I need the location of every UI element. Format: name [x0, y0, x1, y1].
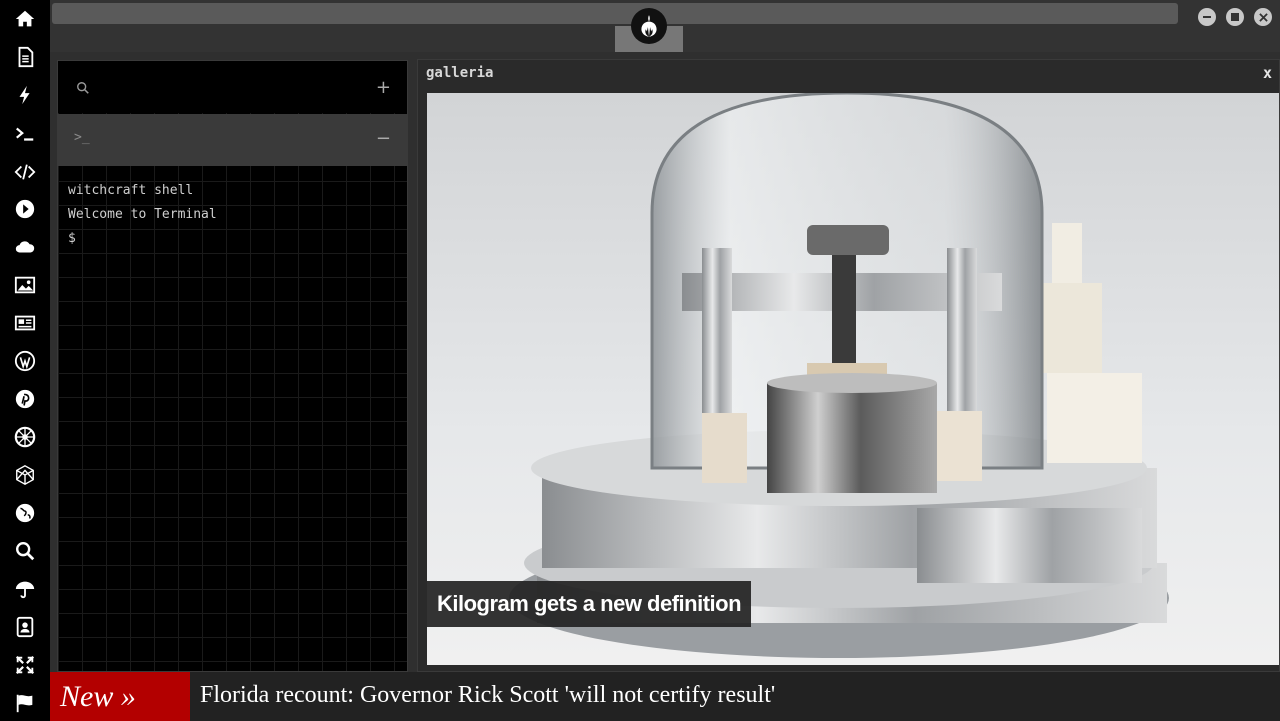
terminal-panel: + >_ − witchcraft shell Welcome to Termi…	[57, 60, 408, 672]
polyhedron-icon[interactable]	[12, 462, 38, 488]
terminal-icon[interactable]	[12, 121, 38, 147]
gallery-caption: Kilogram gets a new definition	[427, 581, 752, 627]
maximize-icon	[1231, 13, 1239, 21]
cloud-icon[interactable]	[12, 234, 38, 260]
gallery-close-button[interactable]: x	[1263, 64, 1272, 82]
maximize-button[interactable]	[1226, 8, 1244, 26]
terminal-line: Welcome to Terminal	[68, 207, 217, 222]
image-icon[interactable]	[12, 272, 38, 298]
expand-icon[interactable]	[12, 652, 38, 678]
umbrella-icon[interactable]	[12, 576, 38, 602]
add-terminal-button[interactable]: +	[376, 77, 391, 98]
globe-icon[interactable]	[12, 500, 38, 526]
gallery-panel: galleria x Kilogram gets a new definitio…	[417, 59, 1280, 672]
terminal-output[interactable]: witchcraft shell Welcome to Terminal $	[68, 179, 217, 251]
minimize-icon	[1203, 16, 1211, 18]
collapse-terminal-button[interactable]: −	[376, 128, 391, 149]
lightning-icon[interactable]	[12, 82, 38, 108]
terminal-line: witchcraft shell	[68, 183, 194, 198]
rebel-alliance-icon	[631, 8, 667, 44]
close-icon	[1258, 12, 1268, 22]
close-window-button[interactable]	[1254, 8, 1272, 26]
minimize-button[interactable]	[1198, 8, 1216, 26]
newspaper-icon[interactable]	[12, 310, 38, 336]
title-bar	[50, 0, 1280, 52]
contact-book-icon[interactable]	[12, 614, 38, 640]
ticker-headline[interactable]: Florida recount: Governor Rick Scott 'wi…	[200, 672, 775, 721]
home-icon[interactable]	[12, 6, 38, 32]
wordpress-icon[interactable]	[12, 348, 38, 374]
flag-icon[interactable]	[12, 690, 38, 716]
play-icon[interactable]	[12, 196, 38, 222]
pinterest-icon[interactable]	[12, 386, 38, 412]
gallery-title: galleria	[426, 65, 494, 81]
gallery-photo[interactable]: Kilogram gets a new definition	[427, 93, 1279, 665]
desktop: + >_ − witchcraft shell Welcome to Termi…	[0, 0, 1280, 721]
terminal-prompt-icon: >_	[74, 130, 90, 145]
app-sidebar	[0, 0, 50, 721]
terminal-tab[interactable]: >_ −	[58, 114, 407, 166]
kilogram-prototype-image	[509, 93, 1169, 658]
search-icon	[77, 82, 89, 94]
empire-icon[interactable]	[12, 424, 38, 450]
terminal-prompt: $	[68, 231, 76, 246]
ticker-label: New »	[50, 672, 190, 721]
search-icon[interactable]	[12, 538, 38, 564]
document-icon[interactable]	[12, 44, 38, 70]
address-bar[interactable]	[52, 3, 1178, 24]
terminal-search-bar[interactable]: +	[58, 61, 407, 113]
news-ticker: New » Florida recount: Governor Rick Sco…	[50, 672, 1280, 721]
code-icon[interactable]	[12, 159, 38, 185]
